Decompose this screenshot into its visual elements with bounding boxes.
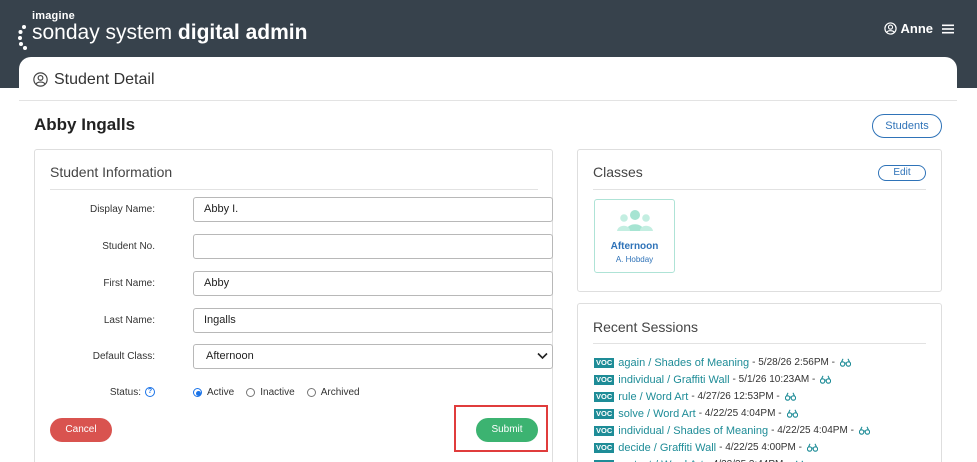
voc-badge: VOC: [594, 408, 615, 419]
recent-sessions-title: Recent Sessions: [593, 319, 699, 335]
first-name-label: First Name:: [103, 278, 155, 289]
divider: [593, 189, 926, 190]
class-name: Afternoon: [610, 241, 659, 252]
sonday-mark-icon: [18, 25, 27, 50]
class-teacher: A. Hobday: [615, 255, 654, 264]
voc-badge: VOC: [594, 374, 615, 385]
student-no-input[interactable]: [193, 234, 553, 259]
status-inactive-option[interactable]: Inactive: [246, 387, 295, 398]
last-name-input[interactable]: Ingalls: [193, 308, 553, 333]
status-label: Status:: [109, 387, 141, 398]
main-card: Student Detail Abby Ingalls Students Stu…: [19, 57, 957, 462]
chevron-down-icon: [537, 352, 548, 360]
status-radio-group: Active Inactive Archived: [193, 387, 372, 398]
class-card[interactable]: Afternoon A. Hobday: [594, 199, 675, 273]
session-date: - 4/27/26 12:53PM -: [691, 391, 780, 402]
session-row: VOC rule / Word Art - 4/27/26 12:53PM -: [594, 388, 924, 405]
default-class-value: Afternoon: [206, 350, 254, 362]
brand-title: sonday system digital admin: [32, 21, 308, 44]
sessions-list: VOC again / Shades of Meaning - 5/28/26 2:…: [594, 354, 924, 462]
student-icon: [33, 72, 48, 87]
status-active-option[interactable]: Active: [193, 387, 234, 398]
session-row: VOC individual / Graffiti Wall - 5/1/26 10…: [594, 371, 924, 388]
divider: [593, 343, 926, 344]
cancel-button[interactable]: Cancel: [50, 418, 112, 442]
binoculars-icon[interactable]: [820, 375, 832, 384]
binoculars-icon[interactable]: [806, 443, 818, 452]
classes-panel: Classes Edit Afternoon A. Hobday: [577, 149, 942, 292]
voc-badge: VOC: [594, 391, 615, 402]
students-button[interactable]: Students: [872, 114, 942, 138]
radio-inactive[interactable]: [246, 388, 256, 397]
card-header: Student Detail: [19, 57, 957, 101]
student-information-title: Student Information: [50, 164, 173, 180]
session-row: VOC again / Shades of Meaning - 5/28/26 2:…: [594, 354, 924, 371]
voc-badge: VOC: [594, 357, 615, 368]
highlight-box: [454, 405, 548, 452]
session-link[interactable]: rule / Word Art: [618, 391, 688, 403]
session-link[interactable]: protect / Word Art: [618, 459, 703, 462]
first-name-input[interactable]: Abby: [193, 271, 553, 296]
binoculars-icon[interactable]: [858, 426, 870, 435]
recent-sessions-panel: Recent Sessions VOC again / Shades of Mea…: [577, 303, 942, 462]
binoculars-icon[interactable]: [786, 409, 798, 418]
session-row: VOC solve / Word Art - 4/22/25 4:04PM -: [594, 405, 924, 422]
status-archived-option[interactable]: Archived: [306, 387, 360, 398]
session-date: - 4/22/25 4:00PM -: [719, 442, 802, 453]
display-name-input[interactable]: Abby I.: [193, 197, 553, 222]
session-link[interactable]: individual / Graffiti Wall: [618, 374, 729, 386]
session-row: VOC individual / Shades of Meaning - 4/22/…: [594, 422, 924, 439]
default-class-label: Default Class:: [92, 351, 155, 362]
session-date: - 5/28/26 2:56PM -: [752, 357, 835, 368]
session-link[interactable]: solve / Word Art: [618, 408, 695, 420]
session-link[interactable]: individual / Shades of Meaning: [618, 425, 768, 437]
student-name-heading: Abby Ingalls: [34, 115, 136, 134]
user-circle-icon: [883, 22, 897, 35]
default-class-select[interactable]: Afternoon: [193, 344, 553, 369]
display-name-label: Display Name:: [89, 204, 155, 215]
help-icon[interactable]: ?: [145, 387, 155, 397]
voc-badge: VOC: [594, 442, 615, 453]
user-menu[interactable]: Anne: [883, 21, 956, 36]
session-row: VOCprotect / Word Art- 4/22/25 3:44PM -: [594, 456, 924, 462]
page-title: Student Detail: [54, 71, 155, 88]
session-date: - 5/1/26 10:23AM -: [732, 374, 816, 385]
session-row: VOC decide / Graffiti Wall - 4/22/25 4:00P…: [594, 439, 924, 456]
binoculars-icon[interactable]: [839, 358, 851, 367]
binoculars-icon[interactable]: [784, 392, 796, 401]
hamburger-menu-icon[interactable]: [941, 23, 955, 35]
divider: [50, 189, 538, 190]
group-icon: [617, 210, 653, 231]
session-date: - 4/22/25 4:04PM -: [771, 425, 854, 436]
user-name: Anne: [900, 21, 934, 36]
voc-badge: VOC: [594, 425, 615, 436]
session-link[interactable]: decide / Graffiti Wall: [618, 442, 716, 454]
radio-archived[interactable]: [306, 388, 316, 397]
classes-title: Classes: [593, 164, 643, 180]
session-link[interactable]: again / Shades of Meaning: [618, 357, 749, 369]
radio-active[interactable]: [193, 388, 202, 397]
last-name-label: Last Name:: [103, 315, 155, 326]
session-date: - 4/22/25 4:04PM -: [698, 408, 782, 419]
edit-classes-button[interactable]: Edit: [878, 165, 926, 181]
student-no-label: Student No.: [102, 241, 155, 252]
